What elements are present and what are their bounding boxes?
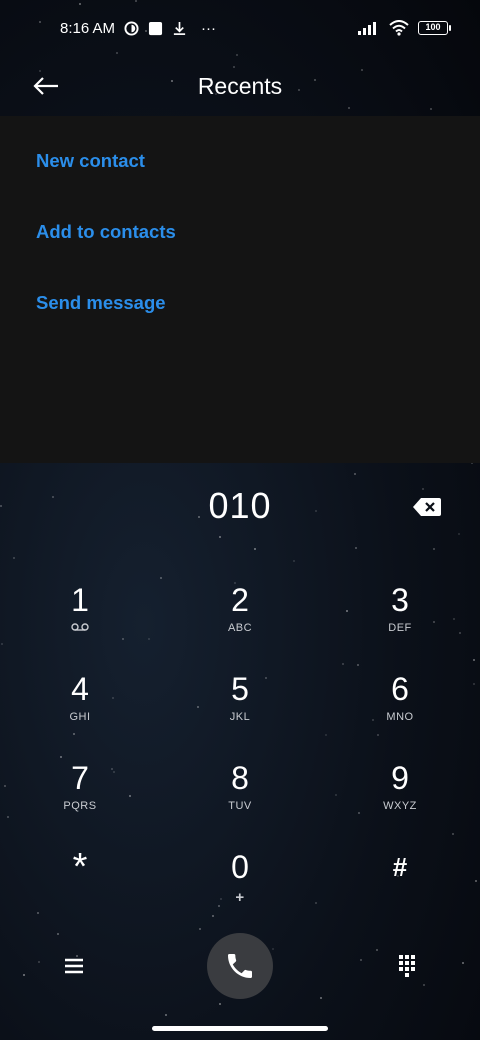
page-title: Recents bbox=[197, 72, 283, 99]
star-dot bbox=[335, 794, 337, 796]
download-icon bbox=[171, 20, 187, 36]
key-7[interactable]: 7 PQRS bbox=[20, 758, 140, 838]
phone-icon bbox=[228, 954, 252, 978]
key-digit: * bbox=[72, 846, 88, 888]
key-2[interactable]: 2 ABC bbox=[180, 580, 300, 660]
key-9[interactable]: 9 WXYZ bbox=[340, 758, 460, 838]
key-8[interactable]: 8 TUV bbox=[180, 758, 300, 838]
app-header: Recents bbox=[0, 56, 480, 116]
voicemail-icon bbox=[71, 622, 89, 636]
key-digit: 5 bbox=[231, 671, 249, 707]
star-dot bbox=[13, 557, 15, 559]
number-actions-panel: New contact Add to contacts Send message bbox=[0, 116, 480, 463]
key-letters: ABC bbox=[227, 622, 253, 634]
star-dot bbox=[7, 816, 9, 818]
star-dot bbox=[160, 577, 162, 579]
star-dot bbox=[473, 659, 475, 661]
new-contact-button[interactable]: New contact bbox=[36, 150, 145, 172]
key-5[interactable]: 5 JKL bbox=[180, 669, 300, 749]
key-letters: MNO bbox=[386, 711, 414, 723]
key-letters: WXYZ bbox=[383, 800, 417, 812]
star-dot bbox=[342, 663, 344, 665]
wifi-icon bbox=[388, 20, 410, 36]
key-0[interactable]: 0 + bbox=[180, 847, 300, 927]
key-6[interactable]: 6 MNO bbox=[340, 669, 460, 749]
star-dot bbox=[165, 1014, 167, 1016]
dialpad-icon bbox=[399, 955, 415, 977]
key-letters: JKL bbox=[229, 711, 251, 723]
send-message-button[interactable]: Send message bbox=[36, 292, 166, 314]
key-letters: PQRS bbox=[63, 800, 97, 812]
more-notifications-icon: ··· bbox=[201, 19, 217, 37]
key-letters: GHI bbox=[69, 711, 91, 723]
key-digit: # bbox=[392, 852, 408, 882]
key-4[interactable]: 4 GHI bbox=[20, 669, 140, 749]
menu-icon bbox=[65, 958, 83, 974]
star-dot bbox=[357, 664, 359, 666]
add-to-contacts-button[interactable]: Add to contacts bbox=[36, 221, 176, 243]
star-dot bbox=[433, 548, 435, 550]
signal-icon bbox=[358, 20, 380, 36]
key-hash[interactable]: # bbox=[340, 847, 460, 927]
star-dot bbox=[354, 473, 356, 475]
square-notification-icon bbox=[147, 20, 163, 36]
backspace-icon bbox=[413, 498, 441, 516]
key-star[interactable]: * bbox=[20, 847, 140, 927]
dialer-bottom-bar bbox=[0, 930, 480, 1002]
key-digit: 2 bbox=[231, 582, 249, 618]
key-digit: 3 bbox=[391, 582, 409, 618]
key-letters: DEF bbox=[388, 622, 412, 634]
key-letters: + bbox=[235, 889, 245, 906]
menu-button[interactable] bbox=[60, 952, 88, 980]
key-digit: 1 bbox=[71, 582, 89, 618]
star-dot bbox=[355, 547, 357, 549]
dialed-number: 010 bbox=[208, 485, 272, 526]
star-dot bbox=[293, 560, 295, 562]
star-dot bbox=[219, 536, 221, 538]
star-dot bbox=[254, 548, 256, 550]
key-1[interactable]: 1 bbox=[20, 580, 140, 660]
backspace-button[interactable] bbox=[412, 496, 442, 518]
battery-indicator: 100 bbox=[418, 21, 451, 35]
home-indicator[interactable] bbox=[152, 1026, 328, 1031]
key-digit: 6 bbox=[391, 671, 409, 707]
star-dot bbox=[148, 638, 150, 640]
key-digit: 0 bbox=[231, 849, 249, 885]
key-digit: 4 bbox=[71, 671, 89, 707]
key-digit: 8 bbox=[231, 760, 249, 796]
arrow-left-icon bbox=[33, 77, 58, 95]
star-dot bbox=[475, 880, 477, 882]
call-button[interactable] bbox=[207, 933, 273, 999]
star-dot bbox=[1, 643, 3, 645]
app-notification-icon bbox=[123, 20, 139, 36]
key-letters: TUV bbox=[228, 800, 252, 812]
star-dot bbox=[325, 734, 327, 736]
dialpad-toggle-button[interactable] bbox=[393, 952, 421, 980]
star-dot bbox=[315, 902, 317, 904]
star-dot bbox=[458, 533, 460, 535]
back-button[interactable] bbox=[30, 70, 62, 102]
star-dot bbox=[4, 785, 6, 787]
key-3[interactable]: 3 DEF bbox=[340, 580, 460, 660]
key-digit: 9 bbox=[391, 760, 409, 796]
star-dot bbox=[219, 1003, 221, 1005]
star-dot bbox=[473, 683, 475, 685]
status-time: 8:16 AM bbox=[60, 19, 116, 37]
key-digit: 7 bbox=[71, 760, 89, 796]
status-bar: 8:16 AM ··· 100 bbox=[0, 0, 480, 56]
